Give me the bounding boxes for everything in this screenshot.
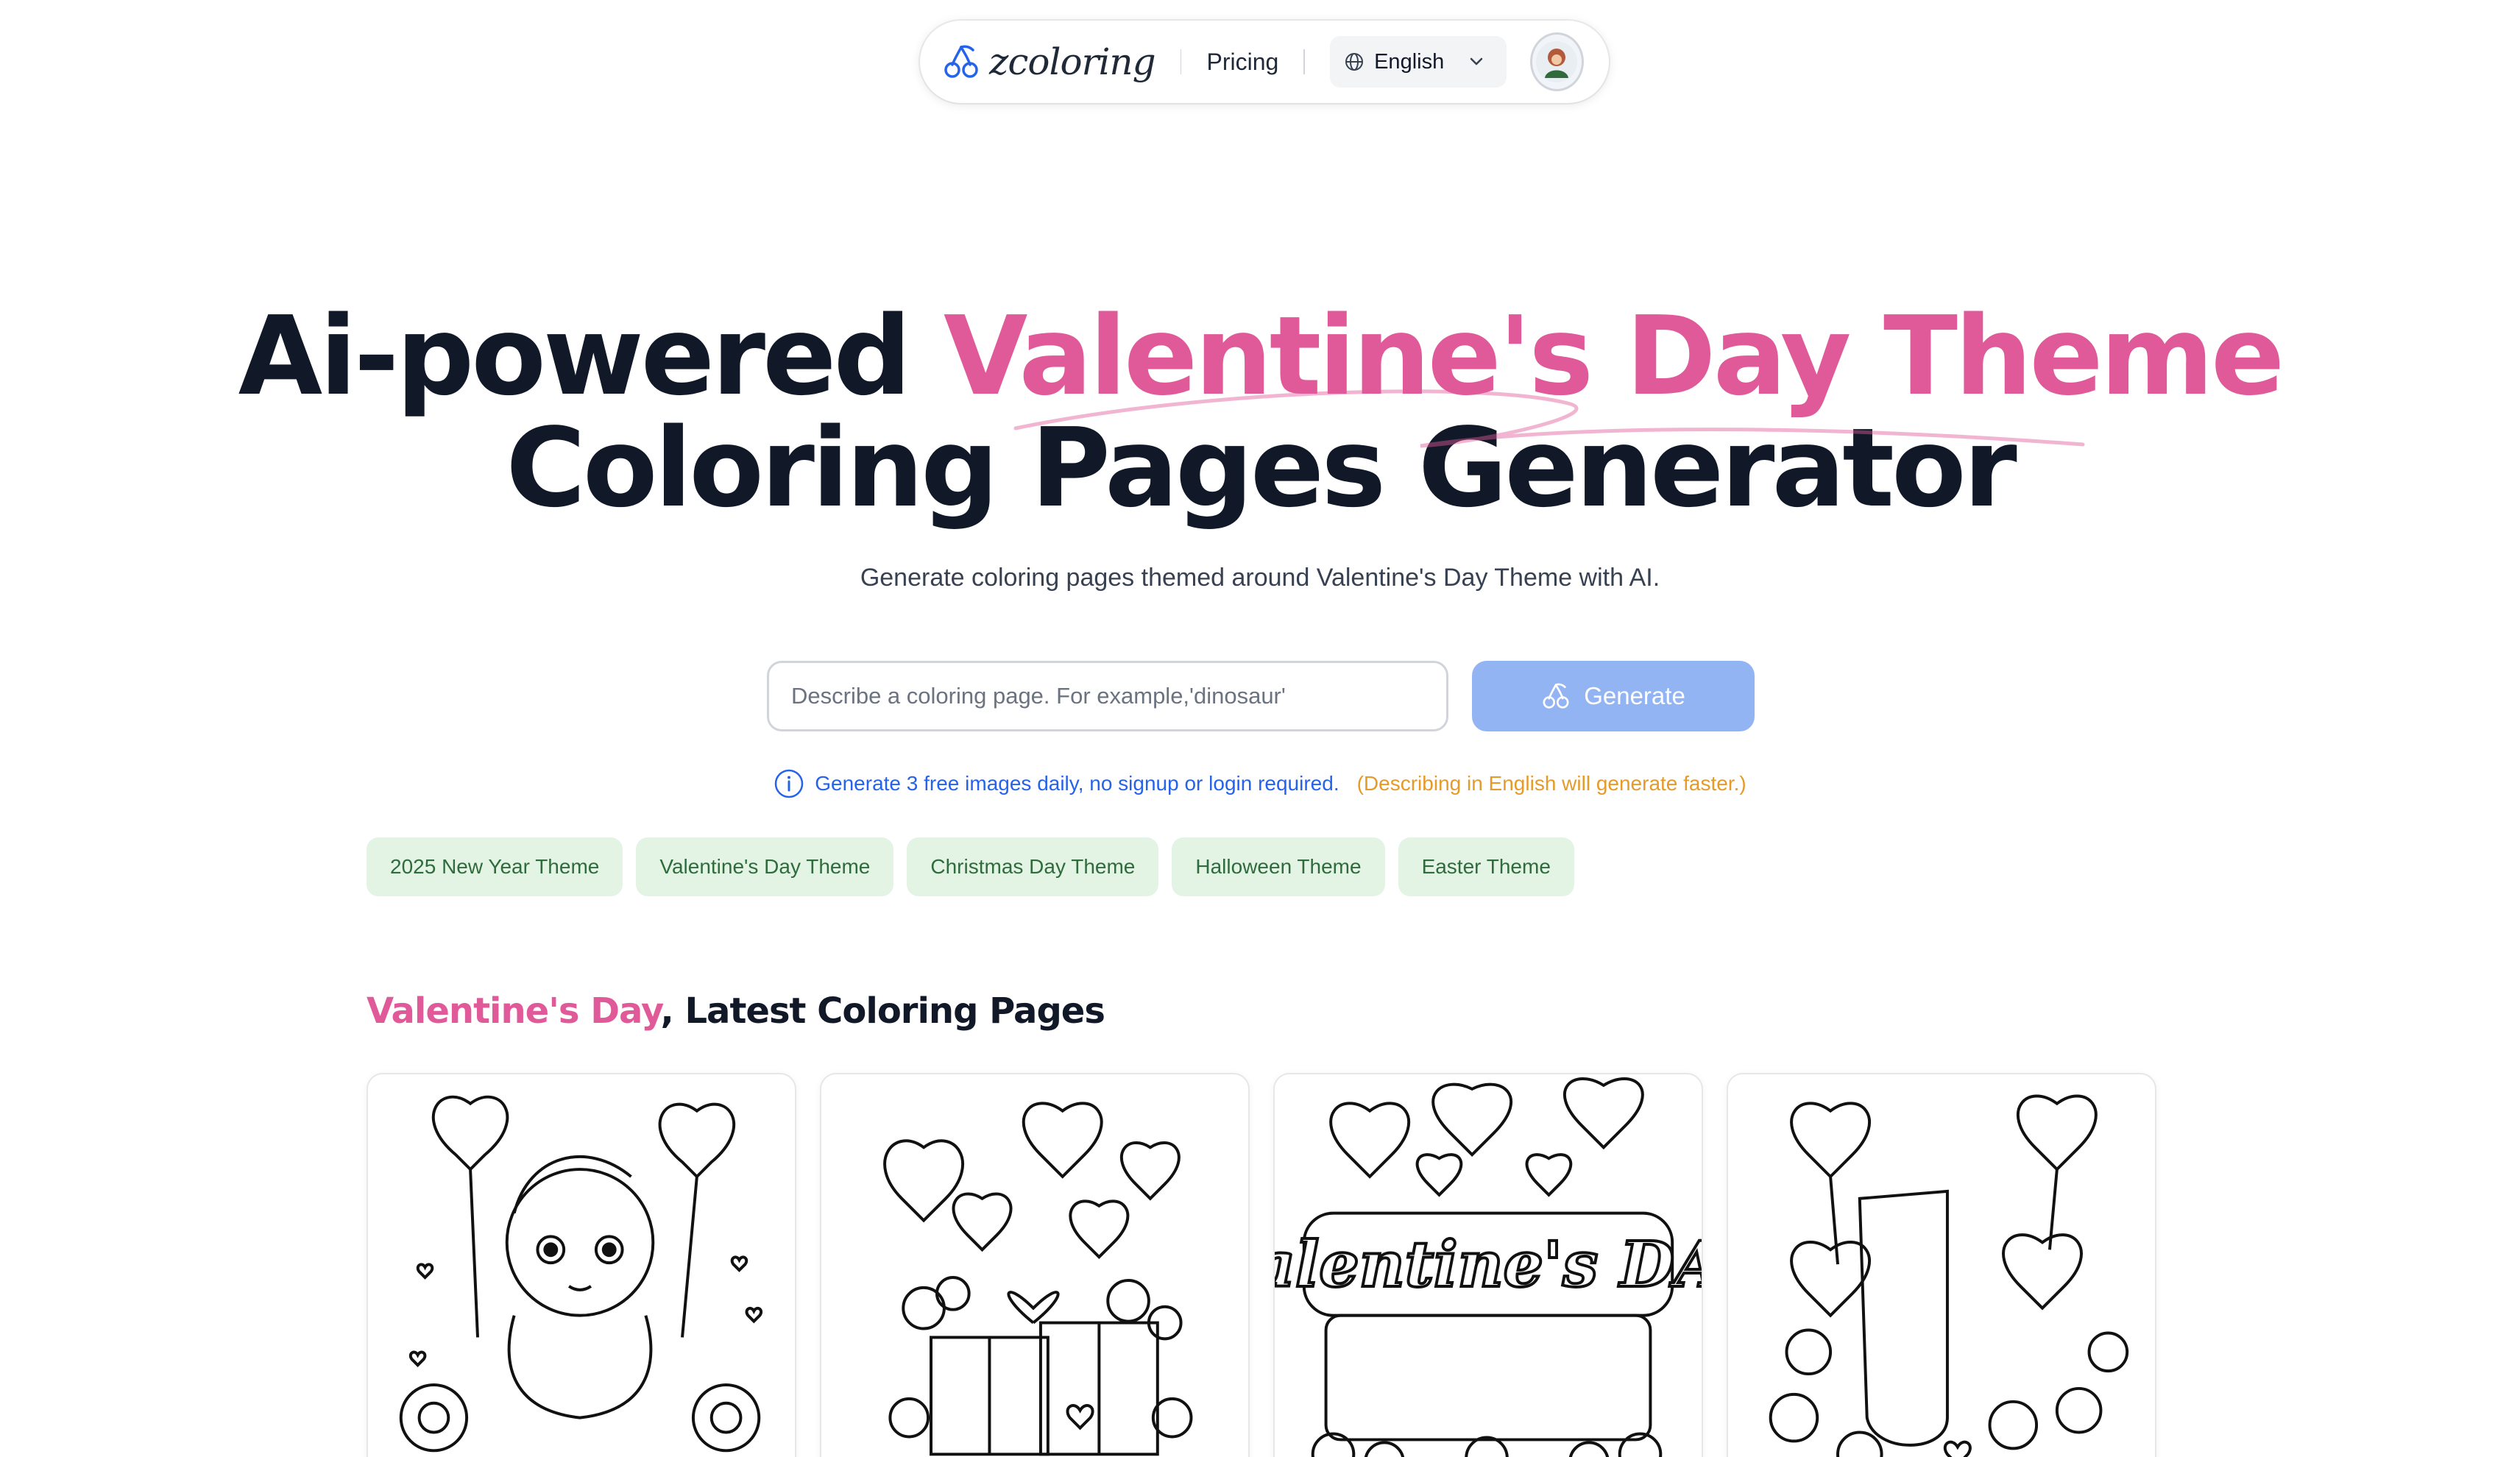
free-usage-notice: Generate 3 free images daily, no signup … — [0, 768, 2520, 799]
coloring-gallery: Valentine's DAY — [367, 1073, 2156, 1457]
cherry-logo-icon — [944, 45, 978, 78]
coloring-card[interactable]: Valentine's DAY — [1273, 1073, 1703, 1457]
brand-name: zcoloring — [989, 40, 1156, 83]
coloring-card[interactable] — [1727, 1073, 2156, 1457]
accent-underline-squiggle — [1013, 389, 2085, 448]
hero-title-prefix: Ai-powered — [238, 293, 912, 419]
theme-chip-valentines[interactable]: Valentine's Day Theme — [636, 837, 894, 896]
nav-divider — [1180, 49, 1182, 74]
coloring-page-image: Valentine's DAY — [1275, 1077, 1702, 1457]
nav-divider — [1303, 49, 1306, 74]
notice-hint-text: (Describing in English will generate fas… — [1356, 772, 1746, 795]
section-title-highlight: Valentine's Day — [367, 990, 662, 1032]
avatar-illustration — [1536, 41, 1578, 82]
prompt-input[interactable] — [767, 661, 1448, 731]
pricing-link[interactable]: Pricing — [1206, 49, 1278, 76]
theme-chips: 2025 New Year Theme Valentine's Day Them… — [367, 837, 1574, 896]
coloring-card[interactable] — [367, 1073, 796, 1457]
theme-chip-christmas[interactable]: Christmas Day Theme — [907, 837, 1159, 896]
globe-icon — [1345, 53, 1364, 71]
brand-logo[interactable]: zcoloring — [942, 40, 1156, 83]
user-avatar[interactable] — [1529, 32, 1584, 91]
coloring-page-image — [883, 1102, 1193, 1456]
chevron-down-icon — [1470, 57, 1483, 65]
top-nav: zcoloring Pricing English — [920, 21, 1609, 103]
card-lettering: Valentine's DAY — [1275, 1228, 1702, 1302]
hero-subtitle: Generate coloring pages themed around Va… — [860, 564, 1660, 592]
coloring-page-image — [399, 1095, 763, 1453]
language-select[interactable]: English — [1330, 36, 1507, 88]
cherry-icon — [1543, 683, 1569, 709]
theme-chip-new-year[interactable]: 2025 New Year Theme — [367, 837, 623, 896]
theme-chip-easter[interactable]: Easter Theme — [1398, 837, 1574, 896]
generate-button[interactable]: Generate — [1472, 661, 1755, 731]
notice-info-text: Generate 3 free images daily, no signup … — [815, 772, 1339, 795]
section-title-rest: , Latest Coloring Pages — [660, 990, 1105, 1032]
section-title: Valentine's Day, Latest Coloring Pages — [367, 990, 1105, 1032]
theme-chip-halloween[interactable]: Halloween Theme — [1172, 837, 1385, 896]
generate-button-label: Generate — [1584, 682, 1685, 709]
info-icon — [775, 769, 804, 798]
coloring-page-image — [1769, 1094, 2129, 1457]
language-label: English — [1374, 49, 1445, 74]
coloring-card[interactable] — [820, 1073, 1250, 1457]
